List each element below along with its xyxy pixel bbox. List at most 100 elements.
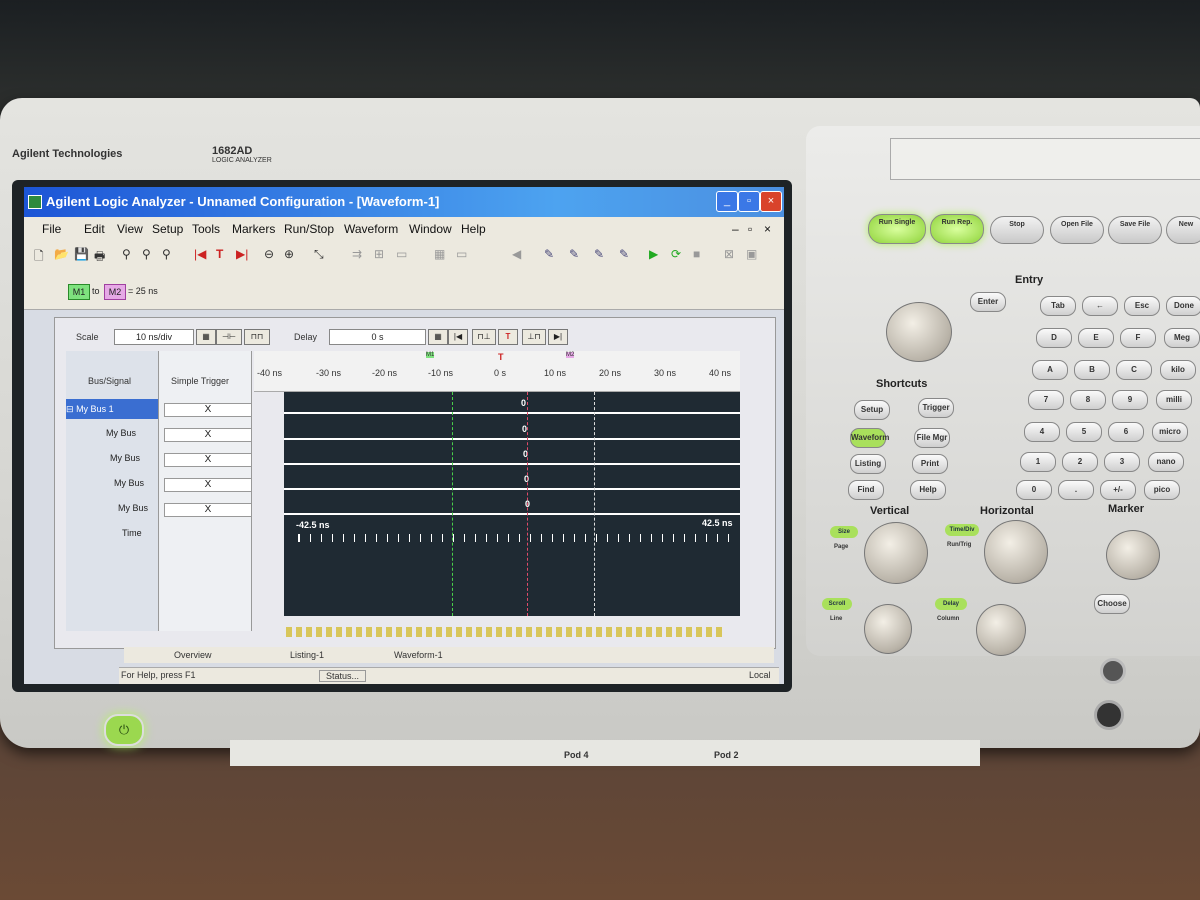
- key-9[interactable]: 9: [1112, 390, 1148, 410]
- m2-marker-line[interactable]: [594, 392, 595, 616]
- key-3[interactable]: 3: [1104, 452, 1140, 472]
- close-button[interactable]: ×: [760, 191, 782, 212]
- m2-marker-tag[interactable]: M2: [104, 284, 126, 300]
- key-esc[interactable]: Esc: [1124, 296, 1160, 316]
- scroll-knob[interactable]: [864, 604, 912, 654]
- open-file-button[interactable]: Open File: [1050, 216, 1104, 244]
- menu-window[interactable]: Window: [409, 222, 452, 236]
- run-repetitive-button[interactable]: Run Rep.: [930, 214, 984, 244]
- trigger-field-4[interactable]: X: [164, 478, 252, 492]
- key-micro[interactable]: micro: [1152, 422, 1188, 442]
- zoom-fit-scale-icon[interactable]: ⊣⊢: [216, 329, 242, 345]
- key-milli[interactable]: milli: [1156, 390, 1192, 410]
- status-button[interactable]: Status...: [319, 670, 367, 682]
- delay-pulse-icon[interactable]: ⊓⊥: [472, 329, 496, 345]
- choose-key[interactable]: Choose: [1094, 594, 1130, 614]
- minimize-button[interactable]: _: [716, 191, 738, 212]
- shortcut-trigger-key[interactable]: Trigger: [918, 398, 954, 418]
- key-e[interactable]: E: [1078, 328, 1114, 348]
- go-end-icon[interactable]: ▶|: [236, 247, 248, 261]
- key-tab[interactable]: Tab: [1040, 296, 1076, 316]
- power-icon[interactable]: ⏻: [104, 714, 144, 746]
- bus-expand-icon[interactable]: ⊟: [66, 404, 74, 414]
- key-1[interactable]: 1: [1020, 452, 1056, 472]
- menu-tools[interactable]: Tools: [192, 222, 220, 236]
- insert-icon[interactable]: ⇉: [352, 247, 362, 261]
- key-dot[interactable]: .: [1058, 480, 1094, 500]
- tab-listing-1[interactable]: Listing-1: [290, 650, 324, 660]
- enter-key[interactable]: Enter: [970, 292, 1006, 312]
- delay-start-icon[interactable]: |◀: [448, 329, 468, 345]
- key-d[interactable]: D: [1036, 328, 1072, 348]
- run-repetitive-icon[interactable]: ⟳: [671, 247, 681, 261]
- marker-knob[interactable]: [1106, 530, 1160, 580]
- bus-row-3[interactable]: My Bus: [110, 448, 140, 468]
- shortcut-setup-key[interactable]: Setup: [854, 400, 890, 420]
- ruler-m2-flag[interactable]: M2: [566, 352, 575, 358]
- mdi-minimize-icon[interactable]: –: [732, 222, 739, 236]
- mdi-close-icon[interactable]: ×: [764, 222, 771, 236]
- bus-row-1[interactable]: ⊟ My Bus 1: [66, 399, 158, 419]
- run-single-button[interactable]: Run Single: [868, 214, 926, 244]
- zoom-in-icon[interactable]: ⊕: [284, 247, 294, 261]
- entry-knob[interactable]: [886, 302, 952, 362]
- print-icon[interactable]: 🖶: [94, 247, 105, 268]
- key-pico[interactable]: pico: [1144, 480, 1180, 500]
- group-icon[interactable]: ▦: [434, 247, 445, 261]
- trace-icon[interactable]: ▭: [396, 247, 407, 261]
- bus-row-4[interactable]: My Bus: [114, 473, 144, 493]
- menu-setup[interactable]: Setup: [152, 222, 183, 236]
- shortcut-print-key[interactable]: Print: [912, 454, 948, 474]
- delay-trigger-icon[interactable]: T: [498, 329, 518, 345]
- trigger-field-1[interactable]: X: [164, 403, 252, 417]
- delay-knob[interactable]: [976, 604, 1026, 656]
- menu-help[interactable]: Help: [461, 222, 486, 236]
- key-a[interactable]: A: [1032, 360, 1068, 380]
- zoom-pulse-icon[interactable]: ⊓⊓: [244, 329, 270, 345]
- marker-place4-icon[interactable]: ✎: [619, 247, 629, 261]
- key-done[interactable]: Done: [1166, 296, 1200, 316]
- speaker-icon[interactable]: ◀: [512, 247, 521, 261]
- new-file-icon[interactable]: 🗋: [34, 247, 44, 268]
- overview-scrollbar[interactable]: [286, 627, 726, 637]
- menu-run-stop[interactable]: Run/Stop: [284, 222, 334, 236]
- tab-overview[interactable]: Overview: [174, 650, 212, 660]
- find-prev-icon[interactable]: ⚲: [162, 247, 171, 261]
- key-nano[interactable]: nano: [1148, 452, 1184, 472]
- new-button[interactable]: New: [1166, 216, 1200, 244]
- delay-pulse2-icon[interactable]: ⊥⊓: [522, 329, 546, 345]
- key-7[interactable]: 7: [1028, 390, 1064, 410]
- scale-spin-icon[interactable]: ▦: [196, 329, 216, 345]
- pane-icon[interactable]: ▣: [746, 247, 757, 261]
- m1-marker-line[interactable]: [452, 392, 453, 616]
- maximize-button[interactable]: ▫: [738, 191, 760, 212]
- mdi-restore-icon[interactable]: ▫: [748, 222, 752, 236]
- save-file-button[interactable]: Save File: [1108, 216, 1162, 244]
- open-file-icon[interactable]: 📂: [54, 247, 69, 261]
- key-c[interactable]: C: [1116, 360, 1152, 380]
- menu-view[interactable]: View: [117, 222, 143, 236]
- scale-input[interactable]: 10 ns/div: [114, 329, 194, 345]
- find-icon[interactable]: ⚲: [122, 247, 131, 261]
- key-plus-minus[interactable]: +/-: [1100, 480, 1136, 500]
- bus-row-2[interactable]: My Bus: [106, 423, 136, 443]
- key-5[interactable]: 5: [1066, 422, 1102, 442]
- find-next-icon[interactable]: ⚲: [142, 247, 151, 261]
- menu-file[interactable]: File: [42, 222, 61, 236]
- shortcut-file-mgr-key[interactable]: File Mgr: [914, 428, 950, 448]
- go-start-icon[interactable]: |◀: [194, 247, 206, 261]
- vertical-knob[interactable]: [864, 522, 928, 584]
- trace2-icon[interactable]: ▭: [456, 247, 467, 261]
- shortcut-find-key[interactable]: Find: [848, 480, 884, 500]
- key-b[interactable]: B: [1074, 360, 1110, 380]
- key-backspace[interactable]: ←: [1082, 296, 1118, 316]
- go-trigger-icon[interactable]: T: [216, 247, 223, 261]
- tab-waveform-1[interactable]: Waveform-1: [394, 650, 443, 660]
- zoom-fit-icon[interactable]: ⤡: [314, 247, 324, 262]
- delay-end-icon[interactable]: ▶|: [548, 329, 568, 345]
- key-4[interactable]: 4: [1024, 422, 1060, 442]
- bus-row-5[interactable]: My Bus: [118, 498, 148, 518]
- trigger-field-3[interactable]: X: [164, 453, 252, 467]
- menu-edit[interactable]: Edit: [84, 222, 105, 236]
- delay-input[interactable]: 0 s: [329, 329, 426, 345]
